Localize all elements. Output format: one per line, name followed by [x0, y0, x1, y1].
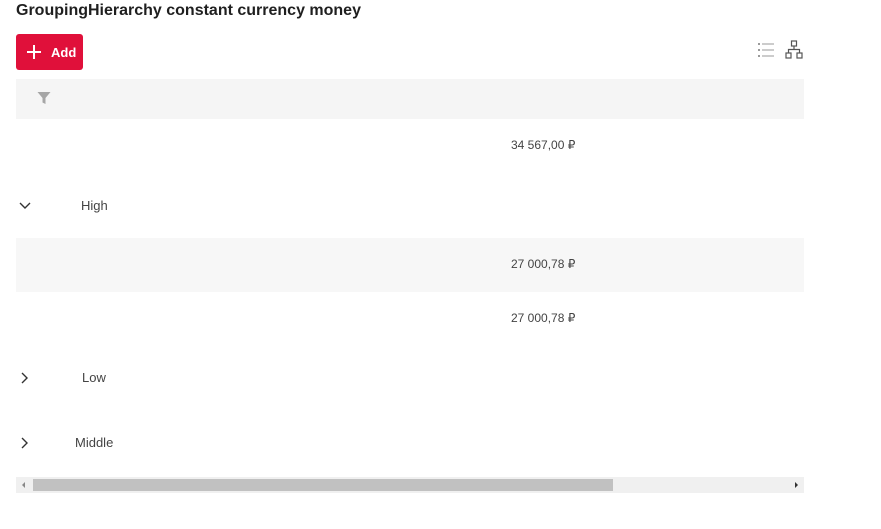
scrollbar-thumb[interactable] [33, 479, 613, 491]
add-button[interactable]: Add [16, 34, 83, 70]
group-row-low[interactable]: Low [16, 350, 804, 404]
plus-icon [27, 45, 41, 59]
group-label: Middle [75, 435, 114, 450]
money-cell: 27 000,78 ₽ [511, 311, 576, 325]
table-row[interactable]: 27 000,78 ₽ [16, 238, 804, 292]
list-icon[interactable] [757, 40, 775, 60]
money-cell: 27 000,78 ₽ [511, 257, 576, 271]
add-button-label: Add [51, 44, 77, 60]
scroll-left-arrow-icon[interactable] [18, 477, 30, 493]
group-label: Low [82, 370, 106, 385]
filter-row [16, 79, 804, 119]
group-label: High [81, 198, 108, 213]
money-cell: 34 567,00 ₽ [511, 138, 576, 152]
scroll-right-arrow-icon[interactable] [790, 477, 802, 493]
group-row-middle[interactable]: Middle [16, 415, 804, 469]
chevron-right-icon[interactable] [16, 369, 34, 387]
page-title: GroupingHierarchy constant currency mone… [16, 2, 361, 19]
table-row[interactable]: 34 567,00 ₽ [16, 119, 804, 173]
chevron-right-icon[interactable] [16, 434, 34, 452]
group-row-high[interactable]: High [16, 178, 804, 232]
hierarchy-icon[interactable] [785, 40, 803, 60]
horizontal-scrollbar[interactable] [16, 477, 804, 493]
table-row[interactable]: 27 000,78 ₽ [16, 292, 804, 346]
view-switcher [757, 40, 803, 60]
chevron-down-icon[interactable] [16, 197, 34, 215]
filter-icon[interactable] [37, 91, 51, 105]
